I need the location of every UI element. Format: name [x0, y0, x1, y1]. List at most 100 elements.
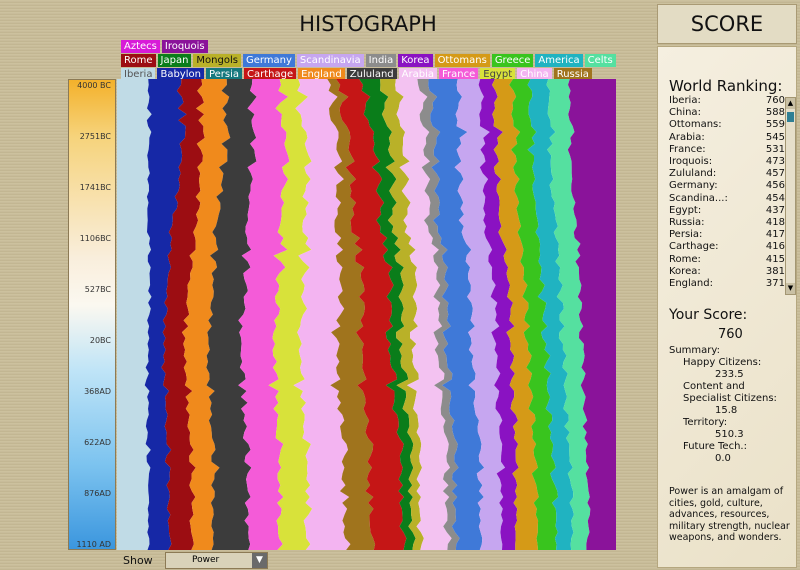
ranking-civ-score: 559: [765, 119, 785, 131]
happy-citizens-label: Happy Citizens:: [683, 357, 762, 368]
ranking-civ-name: Egypt:: [669, 204, 702, 216]
axis-tick-label: 4000 BC: [77, 81, 111, 90]
ranking-civ-name: Carthage:: [669, 241, 719, 253]
axis-tick-label: 527BC: [84, 285, 111, 294]
legend-rome[interactable]: Rome: [121, 54, 156, 67]
legend-scandinavia[interactable]: Scandinavia: [296, 54, 364, 67]
legend-celts[interactable]: Celts: [584, 54, 616, 67]
ranking-row: China: 588: [669, 107, 785, 119]
ranking-civ-score: 457: [765, 168, 785, 180]
axis-tick-label: 368AD: [84, 387, 111, 396]
ranking-civ-score: 381: [765, 265, 785, 277]
territory-value: 510.3: [715, 429, 744, 440]
ranking-row: Germany: 456: [669, 180, 785, 192]
legend-greece[interactable]: Greece: [491, 54, 534, 67]
ranking-civ-name: Persia:: [669, 229, 703, 241]
score-panel: World Ranking: Iberia: 760 China: 588 Ottoma…: [657, 46, 797, 568]
content-citizens-value: 15.8: [715, 405, 738, 416]
axis-tick-label: 1741BC: [79, 183, 111, 192]
show-label: Show: [123, 554, 153, 567]
your-score-value: 760: [718, 327, 743, 342]
ranking-civ-score: 456: [765, 180, 785, 192]
show-control: Show Power ▼: [117, 551, 268, 570]
ranking-row: Egypt: 437: [669, 205, 785, 217]
legend-aztecs[interactable]: Aztecs: [121, 40, 160, 53]
time-axis: 4000 BC 2751BC 1741BC 1106BC 527BC 20BC 368AD 6…: [68, 79, 116, 550]
ranking-civ-name: Ottomans:: [669, 119, 722, 131]
axis-tick-label: 622AD: [84, 438, 111, 447]
scroll-down-icon[interactable]: ▼: [786, 283, 795, 294]
histograph-screen: HISTOGRAPH SCORE Aztecs Iroquois Rome Japa…: [0, 0, 800, 570]
axis-tick-label: 1106BC: [79, 234, 111, 243]
future-tech-label: Future Tech.:: [683, 441, 747, 452]
ranking-civ-name: France:: [669, 143, 706, 155]
ranking-civ-score: 545: [765, 131, 785, 143]
ranking-civ-score: 473: [765, 156, 785, 168]
legend-iroquois[interactable]: Iroquois: [161, 40, 208, 53]
happy-citizens-value: 233.5: [715, 369, 744, 380]
ranking-row: England: 371: [669, 278, 785, 290]
civilization-legend: Aztecs Iroquois Rome Japan Mongols Germany Sc…: [121, 40, 618, 81]
ranking-row: Rome: 415: [669, 254, 785, 266]
ranking-civ-score: 415: [765, 253, 785, 265]
score-summary: Summary: Happy Citizens: 233.5 Content a…: [669, 345, 794, 465]
ranking-civ-name: Zululand:: [669, 168, 717, 180]
histograph-title: HISTOGRAPH: [299, 12, 437, 36]
axis-tick-label: 876AD: [84, 489, 111, 498]
your-score-label: Your Score:: [669, 307, 748, 323]
show-dropdown-value: Power: [192, 555, 220, 565]
histograph-plot: [117, 79, 616, 550]
score-title: SCORE: [657, 4, 797, 44]
ranking-row: Arabia: 545: [669, 132, 785, 144]
ranking-civ-score: 588: [765, 107, 785, 119]
histograph-chart: [117, 79, 616, 550]
legend-row-2: Rome Japan Mongols Germany Scandinavia India K…: [121, 54, 618, 67]
ranking-row: Carthage: 416: [669, 241, 785, 253]
show-dropdown[interactable]: Power ▼: [165, 552, 268, 569]
legend-ottomans[interactable]: Ottomans: [434, 54, 490, 67]
ranking-civ-score: 416: [765, 241, 785, 253]
axis-tick-label: 1110 AD: [76, 540, 111, 549]
band-iberia: [117, 79, 152, 550]
legend-japan[interactable]: Japan: [157, 54, 192, 67]
legend-row-1: Aztecs Iroquois: [121, 40, 618, 53]
legend-germany[interactable]: Germany: [242, 54, 295, 67]
ranking-civ-name: Arabia:: [669, 131, 705, 143]
ranking-civ-score: 531: [765, 143, 785, 155]
legend-america[interactable]: America: [535, 54, 583, 67]
scroll-thumb[interactable]: [787, 112, 794, 122]
ranking-civ-score: 417: [765, 229, 785, 241]
ranking-scrollbar[interactable]: ▲ ▼: [785, 97, 796, 295]
legend-korea[interactable]: Korea: [398, 54, 433, 67]
world-ranking-title: World Ranking:: [669, 77, 783, 95]
legend-india[interactable]: India: [365, 54, 397, 67]
legend-mongols[interactable]: Mongols: [193, 54, 241, 67]
ranking-civ-score: 371: [765, 278, 785, 290]
summary-label: Summary:: [669, 345, 720, 356]
ranking-row: Zululand: 457: [669, 168, 785, 180]
ranking-row: Iberia: 760: [669, 95, 785, 107]
ranking-row: Ottomans: 559: [669, 119, 785, 131]
ranking-civ-name: England:: [669, 278, 713, 290]
ranking-row: Scandina...: 454: [669, 193, 785, 205]
ranking-civ-score: 418: [765, 217, 785, 229]
ranking-civ-name: Germany:: [669, 180, 718, 192]
ranking-civ-score: 437: [765, 204, 785, 216]
ranking-civ-name: Korea:: [669, 265, 701, 277]
axis-tick-label: 20BC: [89, 336, 111, 345]
ranking-civ-name: Iroquois:: [669, 156, 713, 168]
ranking-civ-name: Iberia:: [669, 95, 701, 106]
ranking-row: Korea: 381: [669, 266, 785, 278]
ranking-civ-score: 760: [765, 95, 785, 106]
ranking-civ-name: China:: [669, 107, 701, 119]
ranking-civ-name: Scandina...:: [669, 192, 728, 204]
ranking-civ-name: Russia:: [669, 217, 705, 229]
future-tech-value: 0.0: [715, 453, 731, 464]
ranking-row: Iroquois: 473: [669, 156, 785, 168]
power-description: Power is an amalgam of cities, gold, cul…: [669, 486, 790, 543]
content-citizens-label: Content and Specialist Citizens:: [683, 381, 777, 404]
chevron-down-icon[interactable]: ▼: [252, 553, 267, 568]
ranking-civ-name: Rome:: [669, 253, 701, 265]
scroll-up-icon[interactable]: ▲: [786, 98, 795, 109]
ranking-row: Russia: 418: [669, 217, 785, 229]
